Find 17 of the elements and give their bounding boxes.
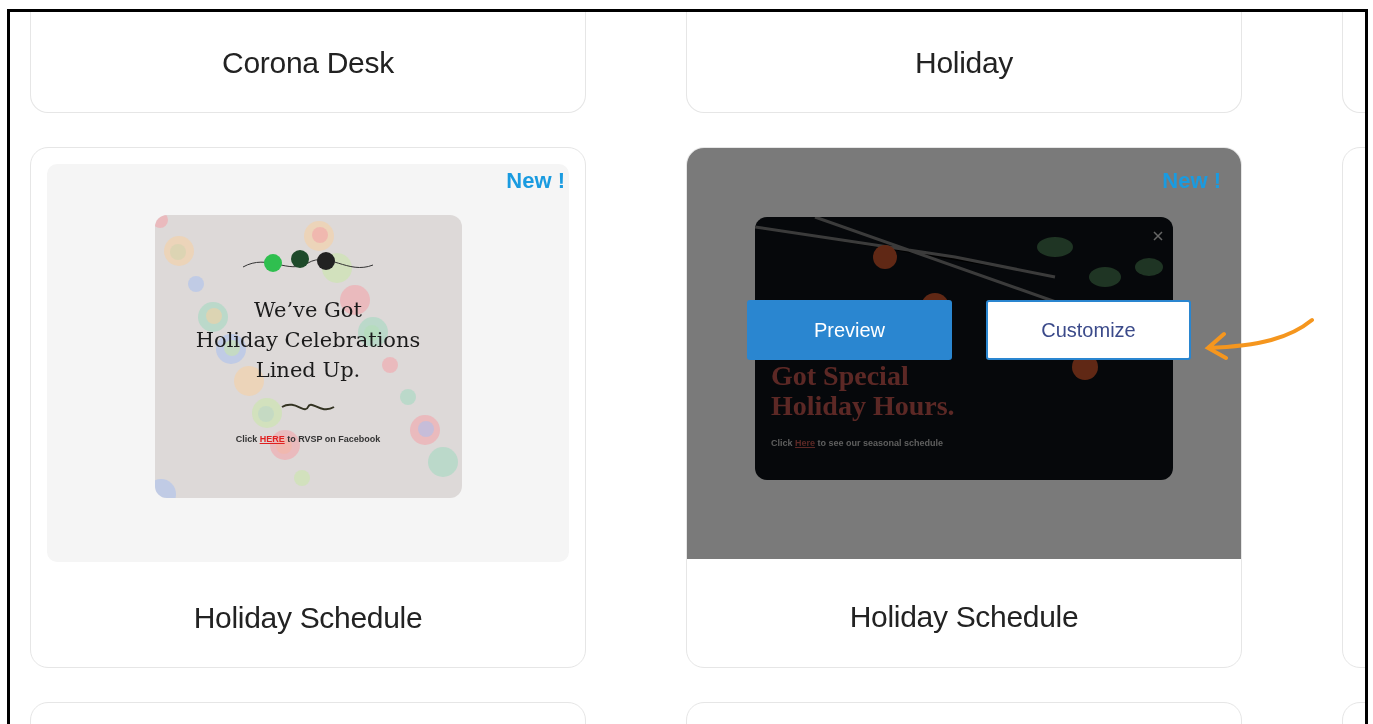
close-icon	[1153, 231, 1163, 241]
preview-button[interactable]: Preview	[747, 300, 952, 360]
customize-button[interactable]: Customize	[986, 300, 1191, 360]
popup-headline: Got Special Holiday Hours.	[771, 360, 956, 421]
new-label: New !	[1162, 167, 1221, 195]
footer-text: Click HERE to RVSP on Facebook	[235, 432, 381, 446]
template-card[interactable]: We’ve Got Holiday Celebrations Lined Up. Click HERE to RVSP on Facebook New ! Holiday Schedule	[30, 147, 586, 668]
card-title: Holiday Schedule	[849, 598, 1079, 635]
template-card[interactable]: Holiday	[686, 12, 1242, 113]
new-label: New !	[506, 167, 565, 195]
popup-headline: We’ve Got Holiday Celebrations Lined Up.	[195, 296, 421, 384]
card-title: Corona Desk	[222, 44, 394, 81]
footer-text: Click Here to see our seasonal schedule	[771, 436, 945, 450]
template-card[interactable]: Got Special Holiday Hours. Click Here to see our seasonal schedule New ! Preview Customize Holiday Schedule	[686, 147, 1242, 668]
card-title: Holiday Schedule	[193, 600, 423, 636]
template-card[interactable]: Corona Desk	[30, 12, 586, 113]
card-title: Holiday	[915, 44, 1013, 81]
